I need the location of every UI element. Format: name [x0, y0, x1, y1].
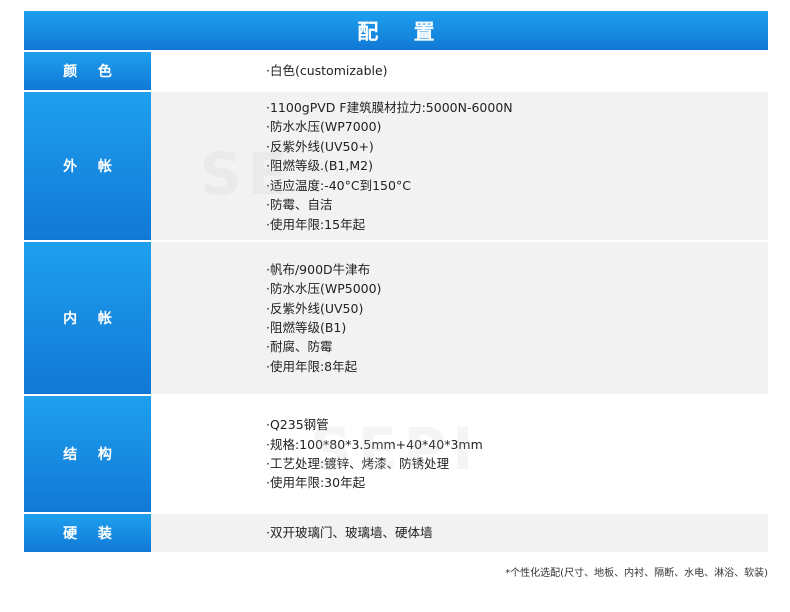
spec-label-structure: 结 构: [24, 396, 151, 512]
config-header: 配 置: [24, 11, 768, 50]
spec-label-outer-tent: 外 帐: [24, 92, 151, 240]
spec-content-inner-tent: ·帆布/900D牛津布 ·防水水压(WP5000) ·反紫外线(UV50) ·阻…: [153, 242, 768, 394]
spec-label-color: 颜 色: [24, 52, 151, 90]
spec-item: ·使用年限:30年起: [266, 475, 366, 491]
spec-item: ·Q235钢管: [266, 417, 329, 433]
spec-label-hard-decor: 硬 装: [24, 514, 151, 552]
spec-content-color: ·白色(customizable): [153, 52, 768, 90]
spec-label-inner-tent: 内 帐: [24, 242, 151, 394]
spec-row-structure: 结 构 ·Q235钢管 ·规格:100*80*3.5mm+40*40*3mm ·…: [24, 396, 768, 512]
config-title: 配 置: [357, 19, 449, 44]
spec-item: ·1100gPVD F建筑膜材拉力:5000N-6000N: [266, 100, 513, 116]
spec-item: ·反紫外线(UV50): [266, 300, 364, 316]
spec-row-hard-decor: 硬 装 ·双开玻璃门、玻璃墙、硬体墙: [24, 514, 768, 552]
spec-item: ·阻燃等级.(B1,M2): [266, 158, 373, 174]
spec-item: ·使用年限:15年起: [266, 216, 366, 232]
spec-row-color: 颜 色 ·白色(customizable): [24, 52, 768, 90]
spec-item: ·耐腐、防霉: [266, 339, 333, 355]
spec-content-hard-decor: ·双开玻璃门、玻璃墙、硬体墙: [153, 514, 768, 552]
spec-item: ·阻燃等级(B1): [266, 320, 347, 335]
spec-item: ·适应温度:-40°C到150°C: [266, 177, 411, 193]
spec-item: ·防水水压(WP5000): [266, 281, 382, 297]
spec-row-outer-tent: 外 帐 ·1100gPVD F建筑膜材拉力:5000N-6000N ·防水水压(…: [24, 92, 768, 240]
spec-item: ·规格:100*80*3.5mm+40*40*3mm: [266, 436, 483, 452]
spec-content-structure: ·Q235钢管 ·规格:100*80*3.5mm+40*40*3mm ·工艺处理…: [153, 396, 768, 512]
spec-row-inner-tent: 内 帐 ·帆布/900D牛津布 ·防水水压(WP5000) ·反紫外线(UV50…: [24, 242, 768, 394]
spec-item: ·防水水压(WP7000): [266, 119, 382, 135]
spec-item: ·防霉、自洁: [266, 197, 333, 213]
spec-item: ·白色(customizable): [266, 63, 388, 79]
spec-item: ·使用年限:8年起: [266, 358, 358, 374]
spec-item: ·反紫外线(UV50+): [266, 138, 374, 154]
spec-content-outer-tent: ·1100gPVD F建筑膜材拉力:5000N-6000N ·防水水压(WP70…: [153, 92, 768, 240]
footnote: *个性化选配(尺寸、地板、内衬、隔断、水电、淋浴、软装): [505, 568, 768, 579]
spec-item: ·双开玻璃门、玻璃墙、硬体墙: [266, 525, 433, 541]
spec-item: ·帆布/900D牛津布: [266, 261, 371, 277]
spec-item: ·工艺处理:镀锌、烤漆、防锈处理: [266, 456, 450, 471]
